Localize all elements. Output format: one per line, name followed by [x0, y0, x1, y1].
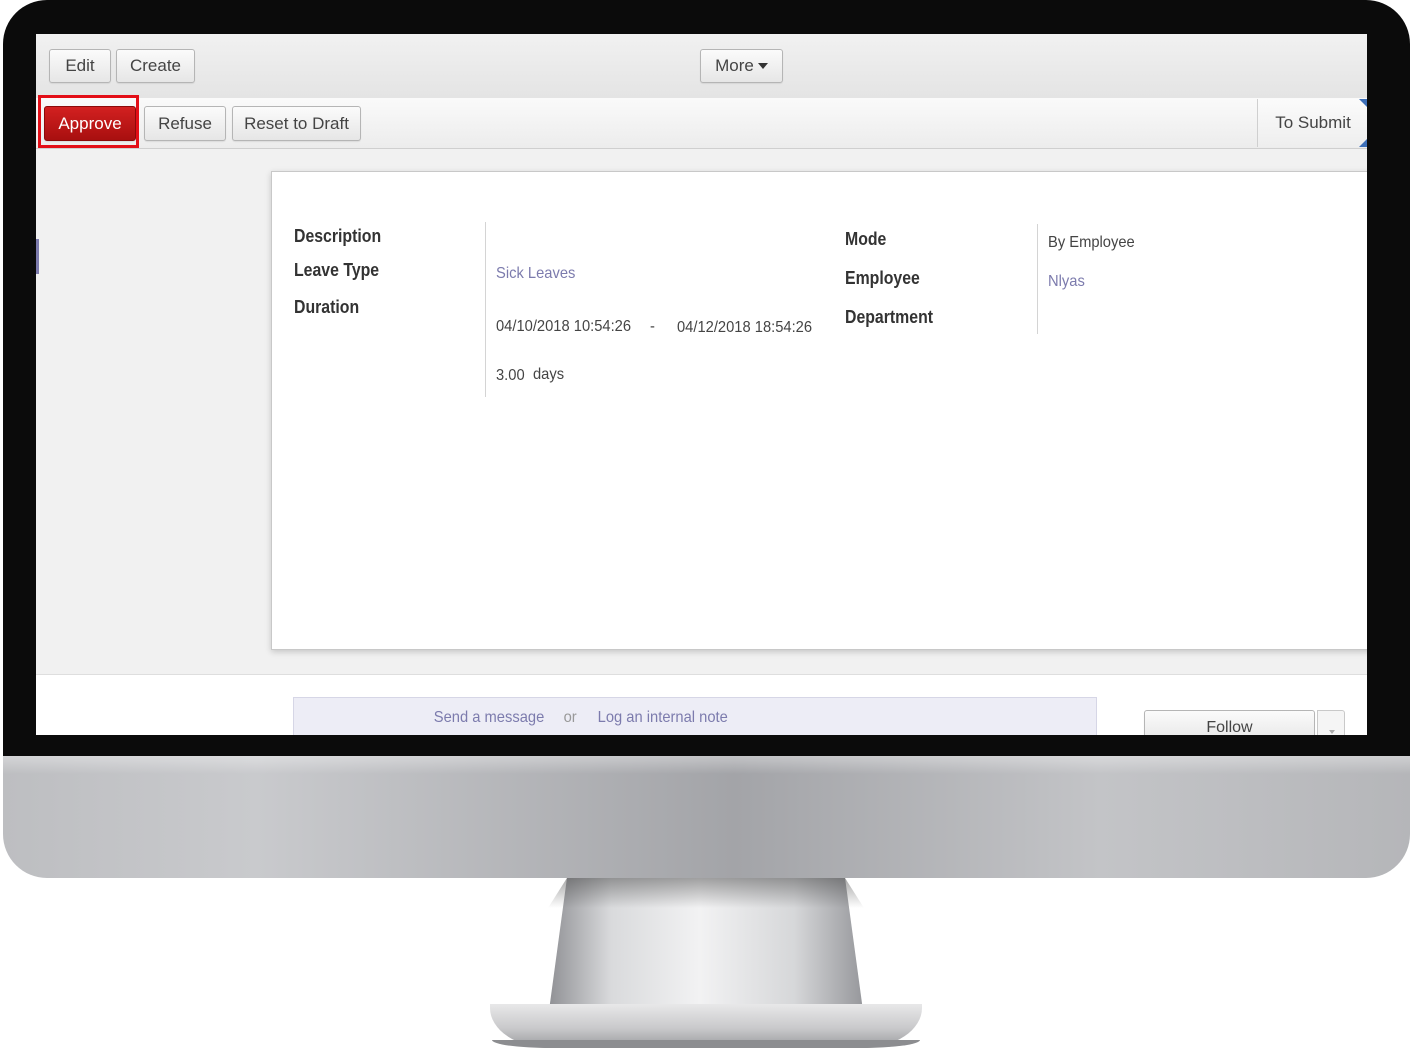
more-button[interactable]: More [700, 49, 783, 83]
mode-label: Mode [845, 229, 887, 249]
monitor-stand-rim [492, 1040, 920, 1048]
log-note-link[interactable]: Log an internal note [598, 709, 728, 727]
monitor-chin-shine [3, 756, 1410, 774]
caret-down-icon [757, 63, 768, 69]
stage-corner-bottom-icon [1359, 139, 1367, 147]
duration-label: Duration [294, 297, 360, 317]
edit-button[interactable]: Edit [49, 49, 111, 83]
date-to-value: 04/12/2018 18:54:26 [677, 319, 813, 336]
follow-button[interactable]: Follow [1144, 710, 1315, 735]
screen: Edit Create More Approve Refuse Reset to… [36, 34, 1367, 735]
reset-to-draft-button[interactable]: Reset to Draft [232, 106, 361, 141]
monitor-chin [3, 756, 1410, 878]
leave-type-label: Leave Type [294, 260, 380, 280]
highlight-annotation [38, 95, 139, 148]
mode-value: By Employee [1048, 234, 1135, 251]
department-label: Department [845, 307, 934, 327]
employee-label: Employee [845, 268, 920, 288]
field-divider-right [1037, 224, 1038, 334]
description-label: Description [294, 226, 382, 246]
refuse-button[interactable]: Refuse [144, 106, 226, 141]
date-from-value: 04/10/2018 10:54:26 [496, 318, 632, 335]
left-accent-bar [36, 239, 39, 274]
send-message-link[interactable]: Send a message [433, 709, 543, 727]
composer-links: Send a message or Log an internal note [36, 709, 1126, 727]
stage-to-submit[interactable]: To Submit [1257, 99, 1367, 147]
stage-corner-top-icon [1359, 99, 1367, 107]
monitor-stand-shadow [548, 878, 864, 908]
chevron-down-icon [1329, 730, 1335, 734]
control-panel: Edit Create More [36, 34, 1367, 99]
date-separator: - [650, 318, 655, 335]
or-separator: or [563, 709, 577, 726]
create-button[interactable]: Create [116, 49, 195, 83]
follow-dropdown[interactable] [1317, 710, 1345, 735]
more-label: More [715, 56, 754, 75]
duration-unit: days [533, 366, 565, 383]
field-divider [485, 222, 486, 397]
form-sheet: Description Leave Type Duration Sick Lea… [271, 171, 1367, 650]
leave-type-link[interactable]: Sick Leaves [496, 265, 575, 283]
duration-days-value: 3.00 [496, 367, 525, 384]
employee-link[interactable]: Nlyas [1048, 273, 1085, 291]
